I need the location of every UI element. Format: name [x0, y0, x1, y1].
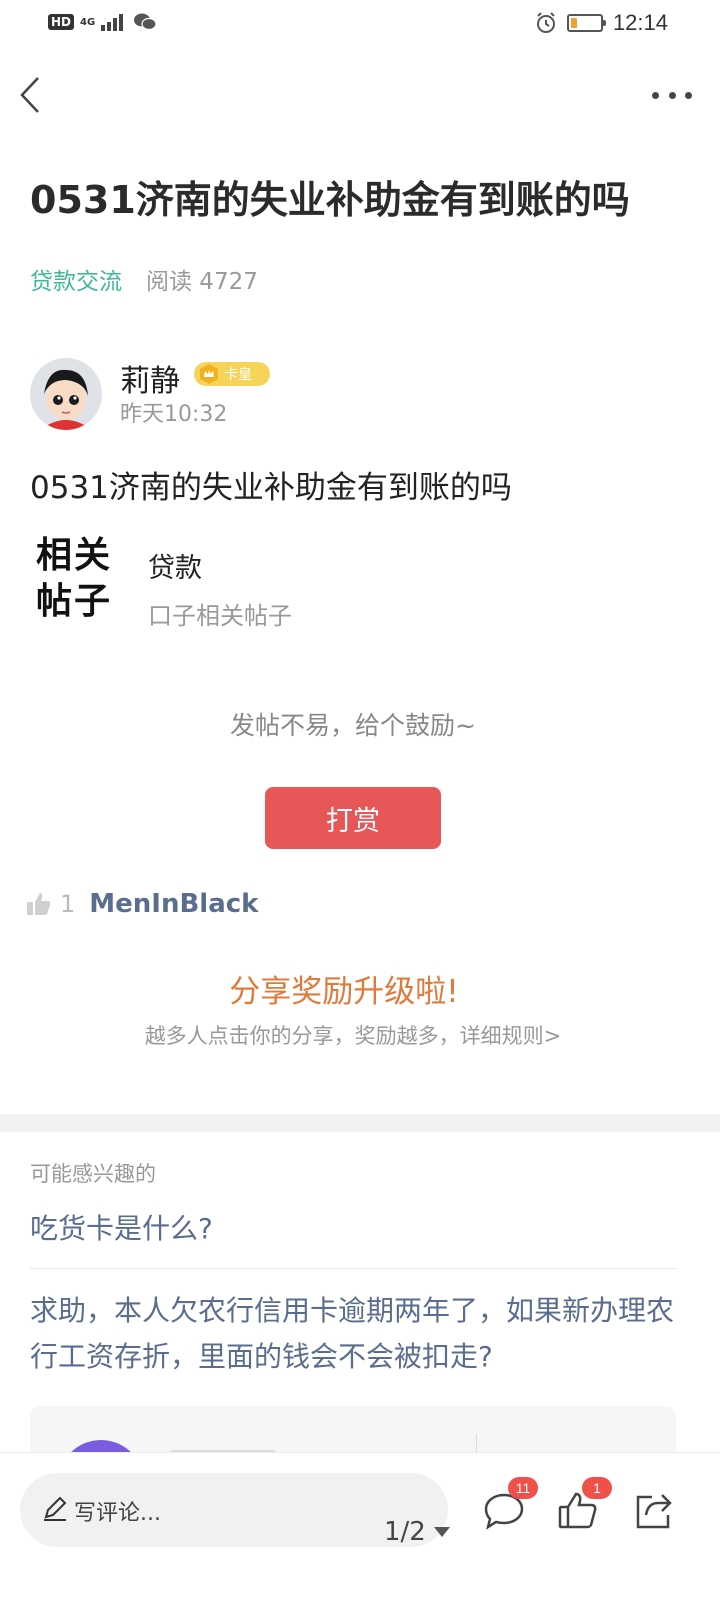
status-right: 12:14 — [535, 10, 668, 36]
reward-button[interactable]: 打赏 — [265, 787, 441, 849]
comments-button[interactable]: 11 — [482, 1477, 538, 1533]
share-rules-link[interactable]: 越多人点击你的分享，奖励越多，详细规则> — [0, 1020, 706, 1050]
thumbs-up-icon — [27, 893, 51, 915]
page-indicator: 1/2 — [384, 1517, 426, 1547]
like-count-badge: 1 — [582, 1477, 612, 1499]
chevron-left-icon — [20, 77, 39, 113]
read-count: 阅读 4727 — [146, 269, 258, 295]
share-reward-title: 分享奖励升级啦! — [229, 974, 459, 1010]
page-selector[interactable]: 1/2 — [384, 1517, 450, 1547]
comment-input[interactable]: 写评论... 1/2 — [20, 1473, 450, 1547]
avatar[interactable] — [30, 358, 102, 430]
like-count: 1 — [60, 890, 76, 918]
dot-icon — [685, 91, 692, 99]
post-title: 0531济南的失业补助金有到账的吗 — [30, 178, 630, 222]
more-options-button[interactable] — [652, 80, 692, 110]
dot-icon — [652, 91, 659, 99]
crown-icon — [200, 364, 218, 384]
comment-count-badge: 11 — [508, 1477, 538, 1499]
level-badge: 卡皇 — [194, 362, 270, 386]
related-posts: 相关帖子 贷款 口子相关帖子 — [30, 532, 690, 632]
encourage-text: 发帖不易，给个鼓励~ — [230, 711, 476, 740]
category-link[interactable]: 贷款交流 — [30, 262, 122, 296]
interest-heading: 可能感兴趣的 — [30, 1162, 156, 1186]
caret-down-icon — [433, 1527, 450, 1537]
section-divider — [0, 1114, 720, 1132]
likes-row: 1 MenInBlack — [26, 884, 258, 924]
share-icon — [636, 1494, 672, 1529]
related-tag[interactable]: 贷款 — [148, 546, 202, 585]
wechat-icon — [134, 13, 157, 31]
comment-placeholder: 写评论... — [74, 1501, 161, 1526]
interest-item[interactable]: 吃货卡是什么? — [30, 1206, 680, 1252]
clock: 12:14 — [612, 10, 668, 35]
battery-icon — [566, 14, 606, 32]
post-body: 0531济南的失业补助金有到账的吗 — [30, 470, 512, 506]
signal-icon — [101, 14, 124, 31]
status-bar: HD 4G 12:14 — [0, 0, 720, 50]
top-nav — [0, 60, 720, 130]
author-name[interactable]: 莉静 — [120, 356, 180, 400]
author-row: 莉静 卡皇 昨天10:32 — [30, 356, 690, 432]
list-divider — [30, 1268, 676, 1269]
hd-indicator: HD — [48, 14, 75, 30]
bottom-bar: 写评论... 1/2 11 1 — [0, 1452, 720, 1600]
battery-fill — [570, 18, 577, 28]
alarm-icon — [536, 12, 555, 33]
level-badge-label: 卡皇 — [224, 367, 252, 383]
back-button[interactable] — [14, 70, 54, 120]
network-type: 4G — [80, 16, 96, 28]
related-posts-mark: 相关帖子 — [36, 534, 113, 622]
like-button[interactable]: 1 — [556, 1477, 612, 1533]
pen-icon — [44, 1496, 67, 1521]
avatar-image — [30, 358, 102, 430]
dot-icon — [668, 91, 676, 99]
post-time: 昨天10:32 — [120, 402, 228, 427]
post-meta: 贷款交流 阅读 4727 — [30, 262, 258, 296]
status-left: HD 4G — [48, 12, 157, 32]
liker-name[interactable]: MenInBlack — [89, 889, 258, 919]
share-button[interactable] — [632, 1489, 676, 1533]
interest-item[interactable]: 求助，本人欠农行信用卡逾期两年了，如果新办理农行工资存折，里面的钱会不会被扣走? — [30, 1288, 680, 1380]
related-posts-link[interactable]: 口子相关帖子 — [148, 596, 292, 631]
